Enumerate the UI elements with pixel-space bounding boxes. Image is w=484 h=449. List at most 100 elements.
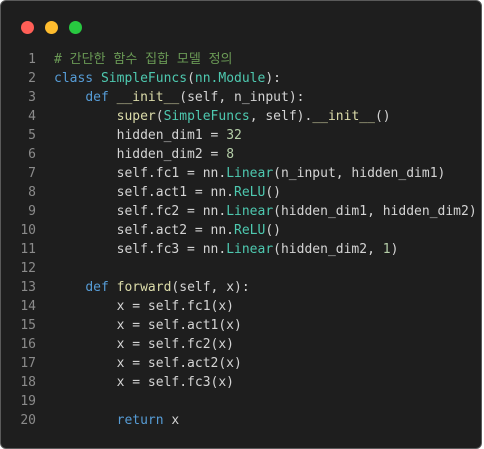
- code-token-number: 1: [382, 242, 391, 257]
- code-text: self.act2 = nn.ReLU(): [54, 221, 281, 240]
- code-token-keyword: def: [85, 280, 109, 295]
- line-number: 20: [20, 413, 36, 428]
- code-token-keyword: class: [54, 71, 94, 86]
- line-number: 5: [28, 128, 36, 143]
- code-token-default: self.act2 = nn.: [54, 223, 235, 238]
- code-token-default: (self, x):: [171, 280, 250, 295]
- code-token-function: __init__: [116, 90, 180, 105]
- code-token-default: self.fc2 = nn.: [54, 204, 227, 219]
- line-number: 16: [20, 337, 36, 352]
- code-text: x = self.fc1(x): [54, 297, 234, 316]
- code-token-default: (: [155, 109, 164, 124]
- code-token-default: hidden_dim1 =: [54, 128, 227, 143]
- code-token-default: (): [265, 185, 281, 200]
- code-line: 20 return x: [1, 411, 481, 430]
- code-token-default: [54, 90, 85, 105]
- code-text: x = self.act1(x): [54, 316, 242, 335]
- code-token-default: x = self.fc1(x): [54, 299, 235, 314]
- code-line: 6 hidden_dim2 = 8: [1, 145, 481, 164]
- code-line: 1 # 간단한 함수 집합 모델 정의: [1, 50, 481, 69]
- code-text: self.fc2 = nn.Linear(hidden_dim1, hidden…: [54, 202, 477, 221]
- code-line: 11 self.fc3 = nn.Linear(hidden_dim2, 1): [1, 240, 481, 259]
- code-token-keyword: def: [85, 90, 109, 105]
- code-token-class: nn.Module: [194, 71, 266, 86]
- line-number: 11: [20, 242, 36, 257]
- code-token-default: (): [374, 109, 391, 124]
- code-line: 18 x = self.fc3(x): [1, 373, 481, 392]
- code-line: 9 self.fc2 = nn.Linear(hidden_dim1, hidd…: [1, 202, 481, 221]
- code-token-default: (hidden_dim2,: [273, 242, 383, 257]
- line-number: 7: [28, 166, 36, 181]
- code-token-default: x: [163, 413, 180, 428]
- line-number: 18: [20, 375, 36, 390]
- code-token-function: forward: [116, 280, 172, 295]
- code-text: super(SimpleFuncs, self).__init__(): [54, 107, 391, 126]
- code-line: 3 def __init__(self, n_input):: [1, 88, 481, 107]
- code-text: hidden_dim1 = 32: [54, 126, 242, 145]
- code-token-default: hidden_dim2 =: [54, 147, 227, 162]
- code-line: 10 self.act2 = nn.ReLU(): [1, 221, 481, 240]
- code-token-default: , self).: [249, 109, 313, 124]
- code-line: 2 class SimpleFuncs(nn.Module):: [1, 69, 481, 88]
- code-token-number: 8: [226, 147, 235, 162]
- code-text: self.fc1 = nn.Linear(n_input, hidden_dim…: [54, 164, 446, 183]
- code-text: self.act1 = nn.ReLU(): [54, 183, 281, 202]
- code-line: 12: [1, 259, 481, 278]
- line-number: 1: [28, 52, 36, 67]
- code-token-function: super: [116, 109, 156, 124]
- code-token-default: [93, 71, 101, 86]
- code-line: 17 x = self.act2(x): [1, 354, 481, 373]
- code-text: # 간단한 함수 집합 모델 정의: [54, 50, 233, 69]
- line-number: 13: [20, 280, 36, 295]
- code-line: 13 def forward(self, x):: [1, 278, 481, 297]
- code-token-keyword: return: [116, 413, 164, 428]
- code-line: 15 x = self.act1(x): [1, 316, 481, 335]
- minimize-dot-icon[interactable]: [45, 21, 58, 34]
- line-number: 12: [20, 261, 36, 276]
- code-text: self.fc3 = nn.Linear(hidden_dim2, 1): [54, 240, 399, 259]
- code-text: x = self.fc3(x): [54, 373, 234, 392]
- line-number: 9: [28, 204, 36, 219]
- line-number: 2: [28, 71, 36, 86]
- code-token-default: [54, 280, 85, 295]
- code-text: class SimpleFuncs(nn.Module):: [54, 69, 281, 88]
- code-text: x = self.fc2(x): [54, 335, 234, 354]
- close-dot-icon[interactable]: [21, 21, 34, 34]
- code-text: def forward(self, x):: [54, 278, 250, 297]
- line-number: 10: [20, 223, 36, 238]
- code-token-class: SimpleFuncs: [163, 109, 250, 124]
- code-token-default: (self, n_input):: [179, 90, 305, 105]
- code-token-default: (: [187, 71, 195, 86]
- line-number: 8: [28, 185, 36, 200]
- line-number: 19: [20, 394, 36, 409]
- code-line: 5 hidden_dim1 = 32: [1, 126, 481, 145]
- code-text: x = self.act2(x): [54, 354, 242, 373]
- code-token-default: self.fc1 = nn.: [54, 166, 227, 181]
- code-block: 1 # 간단한 함수 집합 모델 정의 2 class SimpleFuncs(nn.…: [1, 50, 481, 430]
- maximize-dot-icon[interactable]: [69, 21, 82, 34]
- line-number: 17: [20, 356, 36, 371]
- line-number: 14: [20, 299, 36, 314]
- code-text: def __init__(self, n_input):: [54, 88, 304, 107]
- code-token-default: ):: [265, 71, 281, 86]
- code-token-class: Linear: [226, 242, 274, 257]
- code-window: 1 # 간단한 함수 집합 모델 정의 2 class SimpleFuncs(nn.…: [0, 0, 482, 449]
- code-token-class: ReLU: [234, 223, 266, 238]
- code-token-default: x = self.fc3(x): [54, 375, 235, 390]
- code-token-number: 32: [226, 128, 242, 143]
- code-line: 4 super(SimpleFuncs, self).__init__(): [1, 107, 481, 126]
- code-line: 16 x = self.fc2(x): [1, 335, 481, 354]
- code-token-function: __init__: [312, 109, 375, 124]
- code-token-default: (hidden_dim1, hidden_dim2): [273, 204, 477, 219]
- line-number: 15: [20, 318, 36, 333]
- code-token-class: Linear: [226, 204, 274, 219]
- code-line: 7 self.fc1 = nn.Linear(n_input, hidden_d…: [1, 164, 481, 183]
- code-token-default: [109, 280, 117, 295]
- code-token-default: self.fc3 = nn.: [54, 242, 227, 257]
- code-line: 8 self.act1 = nn.ReLU(): [1, 183, 481, 202]
- code-text: return x: [54, 411, 180, 430]
- window-titlebar: [1, 1, 481, 47]
- code-token-class: Linear: [226, 166, 274, 181]
- line-number: 3: [28, 90, 36, 105]
- code-token-default: x = self.act1(x): [54, 318, 242, 333]
